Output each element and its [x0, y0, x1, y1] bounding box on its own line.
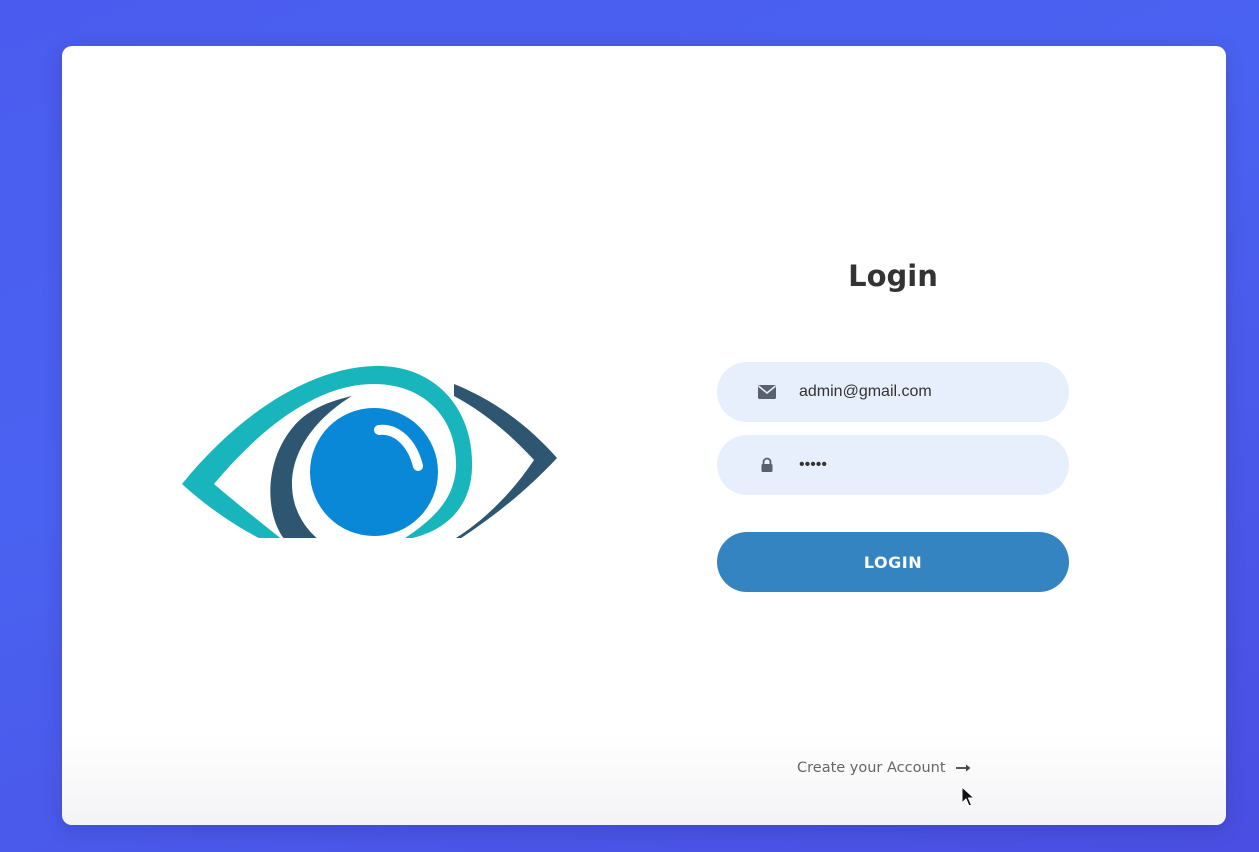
create-account-link[interactable]: Create your Account: [797, 760, 972, 776]
login-card: Login ••••• LOGIN Create your Account: [62, 46, 1226, 825]
email-input[interactable]: [799, 383, 1039, 401]
lock-icon: [757, 455, 777, 475]
envelope-icon: [757, 382, 777, 402]
login-form: Login ••••• LOGIN: [717, 256, 1069, 592]
page-title: Login: [848, 259, 938, 293]
password-input[interactable]: •••••: [799, 456, 827, 474]
mouse-cursor-icon: [961, 786, 975, 807]
arrow-right-icon: [955, 764, 971, 772]
create-account-label: Create your Account: [797, 760, 946, 776]
eye-logo-icon: [182, 365, 557, 538]
email-field[interactable]: [717, 362, 1069, 422]
login-button[interactable]: LOGIN: [717, 532, 1069, 592]
password-field[interactable]: •••••: [717, 435, 1069, 495]
